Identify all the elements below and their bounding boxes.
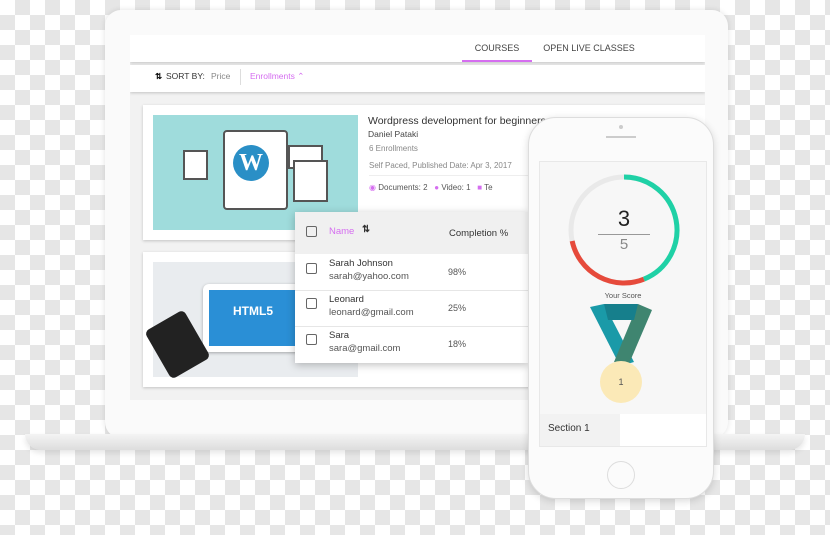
row-email: sara@gmail.com bbox=[329, 343, 401, 354]
row-checkbox[interactable] bbox=[306, 298, 317, 309]
course-stats: ◉ Documents: 2 ● Video: 1 ■ Te bbox=[369, 183, 493, 192]
medal: 1 bbox=[600, 361, 642, 403]
table-row[interactable]: Sara sara@gmail.com 18% bbox=[295, 327, 528, 363]
phone-screen: 3 5 Your Score 1 Section 1 bbox=[539, 161, 707, 447]
row-completion: 18% bbox=[448, 339, 467, 349]
sort-bar: ⇅ SORT BY: Price Enrollments ⌃ bbox=[130, 65, 705, 92]
sort-enrollments[interactable]: Enrollments ⌃ bbox=[250, 65, 304, 87]
course-enrollments: 6 Enrollments bbox=[369, 144, 418, 153]
score-total: 5 bbox=[619, 236, 629, 253]
row-completion: 25% bbox=[448, 303, 467, 313]
select-all-checkbox[interactable] bbox=[306, 226, 317, 237]
course-meta: Self Paced, Published Date: Apr 3, 2017 bbox=[369, 161, 512, 170]
completion-column-header[interactable]: Completion % bbox=[449, 228, 508, 239]
video-icon: ● bbox=[434, 183, 440, 192]
enrollment-table: Name ⇅ Completion % Sarah Johnson sarah@… bbox=[295, 212, 528, 363]
score-label: Your Score bbox=[604, 291, 642, 300]
row-checkbox[interactable] bbox=[306, 334, 317, 345]
row-name: Sara bbox=[329, 330, 350, 341]
divider bbox=[240, 69, 241, 85]
table-row[interactable]: Sarah Johnson sarah@yahoo.com 98% bbox=[295, 255, 528, 291]
sort-price[interactable]: Price bbox=[211, 65, 230, 87]
sort-enrollments-label: Enrollments bbox=[250, 71, 295, 81]
table-header: Name ⇅ Completion % bbox=[295, 212, 528, 254]
table-row[interactable]: Leonard leonard@gmail.com 25% bbox=[295, 291, 528, 327]
home-button[interactable] bbox=[607, 461, 635, 489]
section-tab[interactable]: Section 1 bbox=[540, 414, 620, 446]
chevron-up-icon: ⌃ bbox=[297, 71, 305, 81]
section-panel bbox=[620, 414, 706, 446]
score-divider bbox=[598, 234, 650, 235]
sort-label: SORT BY: bbox=[166, 71, 205, 81]
sort-icon: ⇅ bbox=[155, 71, 163, 81]
sort-icon[interactable]: ⇅ bbox=[362, 224, 370, 235]
phone-frame: 3 5 Your Score 1 Section 1 bbox=[528, 117, 714, 499]
phone-speaker bbox=[606, 136, 636, 138]
course-author: Daniel Pataki bbox=[368, 129, 419, 139]
row-email: sarah@yahoo.com bbox=[329, 271, 409, 282]
tests-icon: ■ bbox=[477, 183, 483, 192]
score-value: 3 bbox=[617, 206, 631, 231]
wordpress-logo: W bbox=[233, 145, 269, 181]
tests-count: Te bbox=[484, 183, 493, 192]
video-count: Video: 1 bbox=[441, 183, 471, 192]
phone-camera bbox=[619, 125, 623, 129]
row-completion: 98% bbox=[448, 267, 467, 277]
row-name: Leonard bbox=[329, 294, 364, 305]
row-email: leonard@gmail.com bbox=[329, 307, 414, 318]
documents-icon: ◉ bbox=[369, 183, 376, 192]
documents-count: Documents: 2 bbox=[378, 183, 428, 192]
name-column-header[interactable]: Name bbox=[329, 226, 354, 237]
row-name: Sarah Johnson bbox=[329, 258, 393, 269]
tab-open-live-classes[interactable]: OPEN LIVE CLASSES bbox=[540, 35, 638, 62]
row-checkbox[interactable] bbox=[306, 263, 317, 274]
tab-courses[interactable]: COURSES bbox=[462, 35, 532, 62]
tab-bar: COURSES OPEN LIVE CLASSES bbox=[130, 35, 705, 62]
course-title[interactable]: Wordpress development for beginners bbox=[368, 115, 546, 127]
html5-label: HTML5 bbox=[209, 290, 297, 346]
